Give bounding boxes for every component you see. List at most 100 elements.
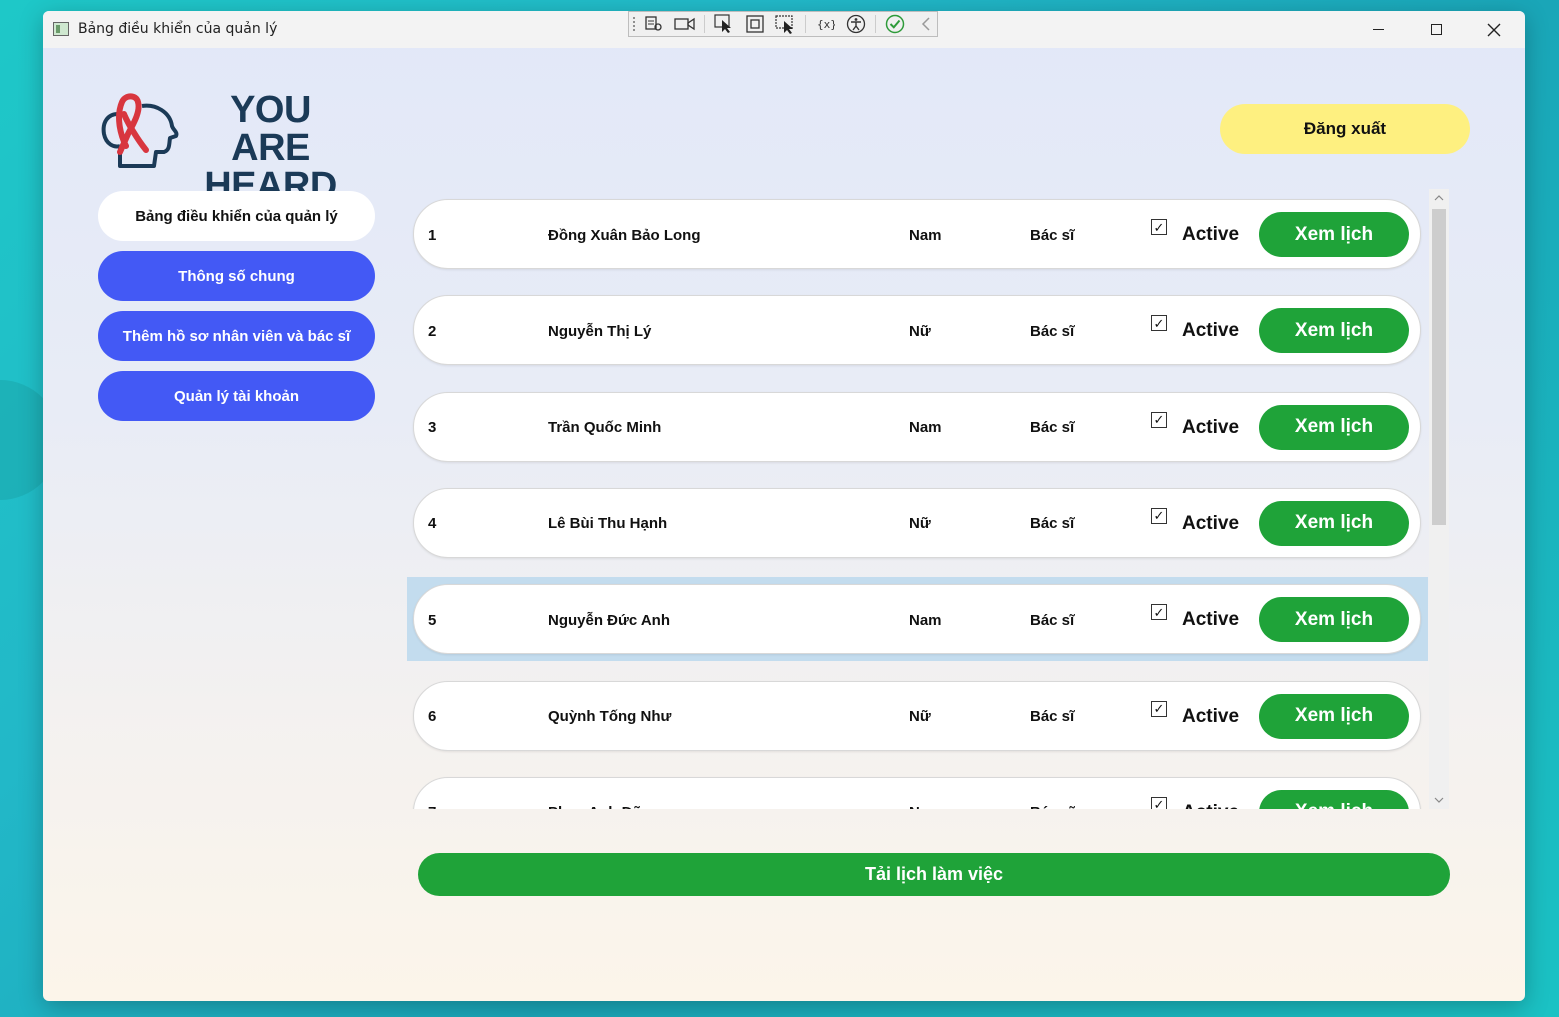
active-checkbox[interactable]: ✓ bbox=[1151, 700, 1167, 717]
staff-gender: Nam bbox=[909, 419, 942, 437]
list-item[interactable]: 6 Quỳnh Tống Như Nữ Bác sĩ ✓ Active Xem lịch bbox=[413, 680, 1421, 751]
checkmark-icon: ✓ bbox=[1153, 412, 1165, 428]
checkmark-icon: ✓ bbox=[1153, 797, 1165, 809]
active-label: Active bbox=[1182, 705, 1240, 727]
staff-name: Quỳnh Tống Như bbox=[548, 708, 672, 725]
minimize-button[interactable] bbox=[1349, 11, 1407, 48]
staff-id: 1 bbox=[428, 226, 437, 244]
staff-id: 2 bbox=[428, 322, 437, 340]
checkmark-icon: ✓ bbox=[1153, 315, 1165, 331]
view-schedule-button[interactable]: Xem lịch bbox=[1259, 597, 1409, 643]
svg-text:{x}: {x} bbox=[817, 18, 835, 31]
staff-gender: Nữ bbox=[909, 515, 931, 533]
accessibility-icon[interactable] bbox=[844, 14, 867, 34]
select-element-icon[interactable] bbox=[713, 14, 736, 34]
list-item[interactable]: 4 Lê Bùi Thu Hạnh Nữ Bác sĩ ✓ Active Xem lịch bbox=[413, 487, 1421, 558]
scroll-up-arrow-icon[interactable] bbox=[1429, 189, 1449, 207]
view-schedule-button[interactable]: Xem lịch bbox=[1259, 212, 1409, 257]
title-bar[interactable]: Bảng điều khiển của quản lý {x} bbox=[43, 11, 1525, 48]
active-label: Active bbox=[1182, 320, 1240, 342]
active-label: Active bbox=[1182, 512, 1240, 534]
minimize-icon bbox=[1372, 29, 1384, 30]
staff-id: 5 bbox=[428, 611, 437, 629]
staff-name: Nguyễn Đức Anh bbox=[548, 611, 670, 629]
staff-role: Bác sĩ bbox=[1030, 322, 1075, 340]
logo: YOU ARE HEARD bbox=[98, 86, 358, 205]
live-visual-tree-icon[interactable] bbox=[643, 14, 666, 34]
active-checkbox[interactable]: ✓ bbox=[1151, 507, 1167, 524]
app-window: Bảng điều khiển của quản lý {x} YOU ARE … bbox=[43, 11, 1525, 1001]
toolbar-separator bbox=[874, 15, 876, 33]
staff-name: Lê Bùi Thu Hạnh bbox=[548, 515, 668, 533]
view-schedule-button[interactable]: Xem lịch bbox=[1259, 693, 1409, 739]
view-schedule-button[interactable]: Xem lịch bbox=[1259, 789, 1409, 809]
active-checkbox[interactable]: ✓ bbox=[1151, 315, 1167, 332]
staff-gender: Nữ bbox=[909, 708, 931, 725]
staff-gender: Nữ bbox=[909, 322, 931, 340]
staff-gender: Nam bbox=[909, 611, 942, 629]
scroll-thumb[interactable] bbox=[1432, 209, 1446, 525]
staff-role: Bác sĩ bbox=[1030, 419, 1075, 437]
nav-account-management[interactable]: Quản lý tài khoản bbox=[98, 371, 375, 421]
list-item[interactable]: 5 Nguyễn Đức Anh Nam Bác sĩ ✓ Active Xem lịch bbox=[413, 584, 1421, 655]
active-checkbox[interactable]: ✓ bbox=[1151, 219, 1167, 235]
active-label: Active bbox=[1182, 224, 1240, 245]
debug-toolbar: {x} bbox=[628, 11, 938, 37]
view-schedule-button[interactable]: Xem lịch bbox=[1259, 308, 1409, 354]
active-checkbox[interactable]: ✓ bbox=[1151, 604, 1167, 621]
active-checkbox[interactable]: ✓ bbox=[1151, 411, 1167, 428]
nav-general-stats[interactable]: Thông số chung bbox=[98, 251, 375, 301]
staff-role: Bác sĩ bbox=[1030, 778, 1074, 809]
view-schedule-button[interactable]: Xem lịch bbox=[1259, 500, 1409, 546]
nav-add-staff-doctor-profile[interactable]: Thêm hồ sơ nhân viên và bác sĩ bbox=[98, 311, 375, 361]
list-item[interactable]: 2 Nguyễn Thị Lý Nữ Bác sĩ ✓ Active Xem lịch bbox=[413, 295, 1421, 366]
view-schedule-button[interactable]: Xem lịch bbox=[1259, 404, 1409, 450]
checkmark-icon: ✓ bbox=[1153, 508, 1165, 524]
scroll-down-arrow-icon[interactable] bbox=[1429, 791, 1449, 809]
toolbar-separator bbox=[804, 15, 806, 33]
active-label: Active bbox=[1182, 416, 1240, 438]
list-item[interactable]: 1 Đồng Xuân Bảo Long Nam Bác sĩ ✓ Active Xem l… bbox=[413, 199, 1421, 269]
list-item[interactable]: 7 Phan Anh Dũng Nam Bác sĩ ✓ Active Xem lịch bbox=[413, 776, 1421, 809]
binding-failures-icon[interactable]: {x} bbox=[814, 14, 837, 34]
list-item[interactable]: 3 Trần Quốc Minh Nam Bác sĩ ✓ Active Xem lịch bbox=[413, 391, 1421, 462]
active-label: Active bbox=[1182, 778, 1239, 809]
active-checkbox[interactable]: ✓ bbox=[1151, 796, 1167, 809]
staff-name: Trần Quốc Minh bbox=[548, 419, 662, 437]
collapse-toolbar-chevron-icon[interactable] bbox=[914, 14, 937, 34]
staff-id: 4 bbox=[428, 515, 437, 533]
active-label: Active bbox=[1182, 609, 1240, 631]
window-title: Bảng điều khiển của quản lý bbox=[78, 21, 278, 37]
check-circle-icon[interactable] bbox=[884, 14, 907, 34]
staff-id: 7 bbox=[428, 778, 436, 809]
staff-name: Phan Anh Dũng bbox=[548, 778, 660, 809]
maximize-button[interactable] bbox=[1407, 11, 1465, 48]
staff-role: Bác sĩ bbox=[1030, 226, 1075, 244]
display-layout-adorners-icon[interactable] bbox=[744, 14, 767, 34]
staff-name: Nguyễn Thị Lý bbox=[548, 322, 652, 340]
maximize-icon bbox=[1430, 24, 1442, 35]
nav-manager-dashboard[interactable]: Bảng điều khiển của quản lý bbox=[98, 191, 375, 241]
logo-line-1: YOU ARE bbox=[230, 89, 311, 169]
staff-name: Đồng Xuân Bảo Long bbox=[548, 226, 701, 244]
staff-list[interactable]: 1 Đồng Xuân Bảo Long Nam Bác sĩ ✓ Active Xem l… bbox=[407, 187, 1457, 809]
track-focused-element-icon[interactable] bbox=[774, 14, 797, 34]
logo-wordmark: YOU ARE HEARD bbox=[188, 91, 353, 205]
checkmark-icon: ✓ bbox=[1153, 219, 1165, 235]
staff-id: 3 bbox=[428, 419, 437, 437]
staff-list-scrollbar[interactable] bbox=[1429, 189, 1449, 809]
logout-button[interactable]: Đăng xuất bbox=[1220, 104, 1470, 154]
app-icon bbox=[53, 22, 69, 36]
staff-id: 6 bbox=[428, 708, 437, 725]
close-icon bbox=[1487, 23, 1501, 36]
staff-gender: Nam bbox=[909, 226, 942, 244]
staff-role: Bác sĩ bbox=[1030, 708, 1075, 725]
toolbar-grip-handle[interactable] bbox=[632, 16, 637, 33]
toolbar-separator bbox=[704, 15, 706, 33]
staff-role: Bác sĩ bbox=[1030, 611, 1075, 629]
checkmark-icon: ✓ bbox=[1153, 604, 1165, 620]
download-schedule-button[interactable]: Tải lịch làm việc bbox=[418, 853, 1450, 896]
close-button[interactable] bbox=[1465, 11, 1523, 48]
head-ribbon-logo-icon bbox=[101, 93, 179, 168]
video-camera-icon[interactable] bbox=[674, 14, 697, 34]
